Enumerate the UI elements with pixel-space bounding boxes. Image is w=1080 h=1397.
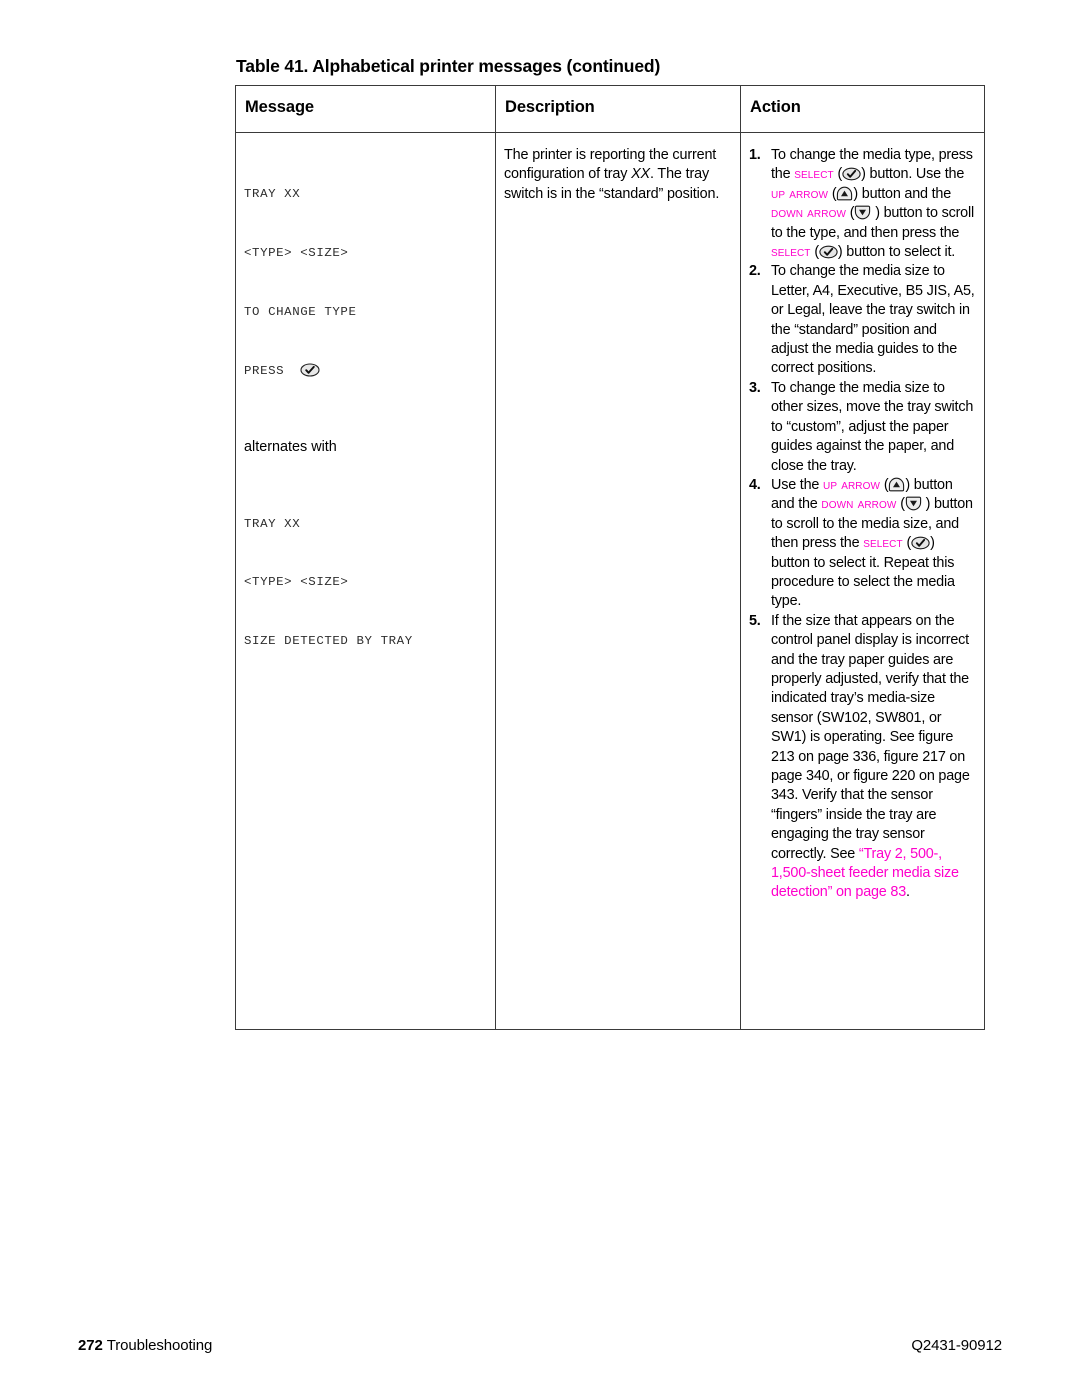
alternates-with-label: alternates with [244,439,337,456]
printer-message-block-1: TRAY XX <TYPE> <SIZE> TO CHANGE TYPE PRE… [244,146,487,420]
column-header-message: Message [236,86,495,132]
up-arrow-icon [888,477,905,492]
down-arrow-button-name: Down Arrow [771,205,846,222]
step-text: To change the media size to other sizes,… [771,379,974,474]
step-number: 4. [749,476,761,493]
action-step-list: 1. To change the media type, press the S… [749,146,976,903]
document-page: Table 41. Alphabetical printer messages … [0,0,1080,1397]
footer-page-number: 272 [78,1337,103,1354]
step-text: To change the media type, press the Sele… [771,147,974,261]
select-icon [911,536,930,550]
message-line: <TYPE> <SIZE> [244,575,349,590]
footer-left: 272 Troubleshooting [78,1337,212,1354]
cell-action: 1. To change the media type, press the S… [740,133,984,1029]
down-arrow-icon [905,496,922,511]
column-header-action: Action [740,86,984,132]
header-action-label: Action [750,98,801,116]
up-arrow-icon [836,186,853,201]
step-number: 5. [749,612,761,629]
cell-message: TRAY XX <TYPE> <SIZE> TO CHANGE TYPE PRE… [236,133,495,1029]
action-step: 3. To change the media size to other siz… [749,379,976,476]
down-arrow-icon [854,205,871,220]
action-step: 4. Use the Up Arrow () button and the Do… [749,476,976,612]
select-button-name: Select [794,166,834,183]
select-icon [300,362,320,377]
message-line: TRAY XX [244,516,301,531]
printer-message-block-2: TRAY XX <TYPE> <SIZE> SIZE DETECTED BY T… [244,475,487,691]
footer-section-label: Troubleshooting [106,1337,213,1354]
action-step: 5. If the size that appears on the contr… [749,612,976,903]
tray-variable: XX [631,166,650,183]
table-row: TRAY XX <TYPE> <SIZE> TO CHANGE TYPE PRE… [236,133,984,1029]
step-text: To change the media size to Letter, A4, … [771,263,975,377]
select-icon [819,245,838,259]
select-button-name: Select [771,244,811,261]
action-step: 1. To change the media type, press the S… [749,146,976,262]
message-line: SIZE DETECTED BY TRAY [244,634,413,649]
table-caption: Table 41. Alphabetical printer messages … [236,56,661,76]
action-step: 2. To change the media size to Letter, A… [749,262,976,378]
table-header-row: Message Description Action [236,86,984,133]
header-description-label: Description [505,98,595,116]
message-line: TRAY XX [244,187,301,202]
down-arrow-button-name: Down Arrow [821,496,897,513]
printer-messages-table: Message Description Action TRAY XX <TYPE… [235,85,985,1030]
column-header-description: Description [495,86,740,132]
step-number: 1. [749,147,761,163]
step-number: 2. [749,263,761,280]
header-message-label: Message [245,98,315,116]
message-line: TO CHANGE TYPE [244,304,357,319]
description-text: The printer is reporting the current con… [504,147,720,202]
message-line-press: PRESS [244,362,487,382]
footer-part-number: Q2431-90912 [911,1337,1002,1354]
up-arrow-button-name: Up Arrow [823,476,881,493]
step-text: Use the Up Arrow () button and the Down … [771,476,973,610]
step-number: 3. [749,379,761,396]
cell-description: The printer is reporting the current con… [495,133,740,1029]
select-icon [842,167,861,181]
up-arrow-button-name: Up Arrow [771,185,829,202]
select-button-name: Select [863,535,903,552]
message-line: <TYPE> <SIZE> [244,245,349,260]
step-text: If the size that appears on the control … [771,612,970,901]
